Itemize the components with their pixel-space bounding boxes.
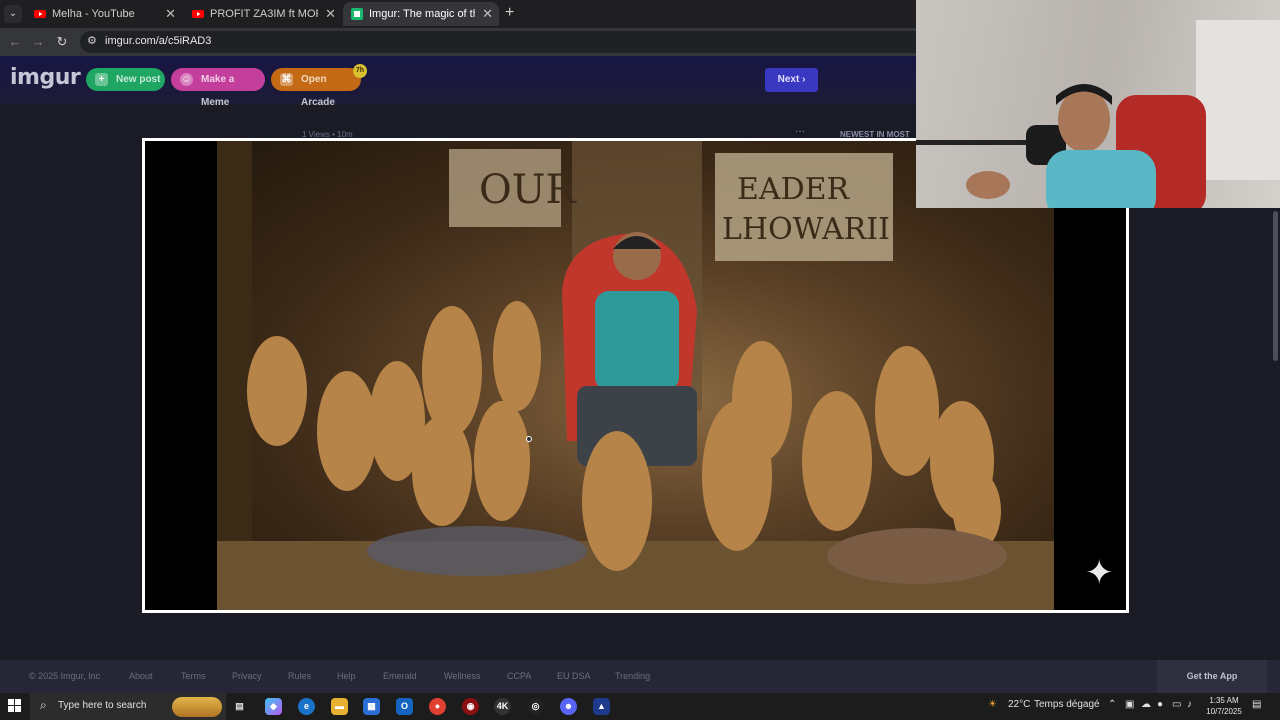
site-info-icon[interactable]: ⚙ bbox=[87, 34, 97, 47]
footer-link-rules[interactable]: Rules bbox=[288, 671, 311, 681]
notifications-icon[interactable]: ▤ bbox=[1252, 699, 1261, 710]
url-text: imgur.com/a/c5iRAD3 bbox=[105, 35, 212, 47]
footer-link-eu-dsa[interactable]: EU DSA bbox=[557, 671, 591, 681]
tab-title: Imgur: The magic of the Interne bbox=[369, 8, 475, 20]
reload-icon[interactable]: ↻ bbox=[53, 33, 71, 51]
tab-youtube-melha[interactable]: Melha - YouTube ✕ bbox=[26, 2, 182, 26]
edge-icon[interactable]: e bbox=[298, 698, 315, 715]
footer-link-about[interactable]: About bbox=[129, 671, 153, 681]
chevron-up-icon[interactable]: ⌃ bbox=[1108, 699, 1116, 710]
footer-link-emerald[interactable]: Emerald bbox=[383, 671, 417, 681]
tab-title: Melha - YouTube bbox=[52, 8, 135, 20]
windows-taskbar: ⌕ Type here to search ▤ ◆ e ▬ ▦ O ● ◉ 4K… bbox=[0, 693, 1280, 720]
tab-close-icon[interactable]: ✕ bbox=[165, 2, 176, 26]
tray-app-icon[interactable]: ▣ bbox=[1125, 699, 1134, 710]
imgur-footer: © 2025 Imgur, Inc About Terms Privacy Ru… bbox=[0, 660, 1280, 693]
make-meme-button[interactable]: ☺ Make a Meme bbox=[171, 68, 265, 108]
webcam-feed-illustration bbox=[916, 20, 1280, 208]
discord-icon[interactable]: ☻ bbox=[560, 698, 577, 715]
network-icon[interactable]: ▭ bbox=[1172, 699, 1181, 710]
open-arcade-button[interactable]: ⌘ Open Arcade bbox=[271, 68, 361, 108]
gamepad-icon: ⌘ bbox=[280, 73, 293, 86]
clock-date: 10/7/2025 bbox=[1206, 707, 1242, 716]
next-button[interactable]: Next › bbox=[765, 68, 818, 92]
arcade-badge: 7h bbox=[353, 64, 367, 78]
search-highlight-image bbox=[172, 697, 222, 717]
chrome-icon[interactable]: ● bbox=[429, 698, 446, 715]
post-image-frame[interactable]: OUR EADER LHOWARII ✦ bbox=[142, 138, 1129, 613]
mouse-cursor bbox=[526, 436, 532, 442]
scrollbar-thumb[interactable] bbox=[1273, 211, 1278, 361]
weather-icon: ☀ bbox=[988, 699, 997, 710]
copilot-icon[interactable]: ◆ bbox=[265, 698, 282, 715]
task-view-icon[interactable]: ▤ bbox=[231, 698, 248, 715]
taskbar-search[interactable]: ⌕ Type here to search bbox=[30, 693, 226, 720]
plus-icon: + bbox=[95, 73, 108, 86]
file-explorer-icon[interactable]: ▬ bbox=[331, 698, 348, 715]
forward-icon[interactable]: → bbox=[29, 33, 47, 51]
store-icon[interactable]: ▦ bbox=[363, 698, 380, 715]
microphone-icon[interactable]: ● bbox=[1157, 699, 1163, 710]
footer-link-ccpa[interactable]: CCPA bbox=[507, 671, 531, 681]
imgur-logo[interactable]: imgur bbox=[10, 65, 81, 90]
taskbar-search-placeholder: Type here to search bbox=[58, 700, 147, 711]
next-label: Next bbox=[777, 74, 800, 85]
banner-right-text-1: EADER bbox=[737, 172, 851, 207]
meme-icon: ☺ bbox=[180, 73, 193, 86]
footer-link-wellness[interactable]: Wellness bbox=[444, 671, 480, 681]
tab-close-icon[interactable]: ✕ bbox=[325, 2, 336, 26]
tab-title: PROFIT ZA3IM ft MORO -'Watt bbox=[210, 8, 318, 20]
imgur-icon bbox=[351, 8, 363, 20]
weather-text[interactable]: Temps dégagé bbox=[1034, 699, 1100, 710]
new-tab-icon[interactable]: + bbox=[505, 4, 514, 22]
youtube-icon bbox=[34, 10, 46, 18]
outlook-icon[interactable]: O bbox=[396, 698, 413, 715]
post-image[interactable]: OUR EADER LHOWARII bbox=[217, 141, 1054, 610]
search-icon: ⌕ bbox=[40, 698, 47, 712]
youtube-icon bbox=[192, 10, 204, 18]
back-icon[interactable]: ← bbox=[6, 33, 24, 51]
weather-temp[interactable]: 22°C bbox=[1008, 699, 1030, 710]
tab-youtube-profit[interactable]: PROFIT ZA3IM ft MORO -'Watt ✕ bbox=[184, 2, 342, 26]
footer-link-trending[interactable]: Trending bbox=[615, 671, 650, 681]
get-the-app-button[interactable]: Get the App bbox=[1157, 660, 1267, 693]
tab-close-icon[interactable]: ✕ bbox=[482, 2, 493, 26]
app-icon[interactable]: ▲ bbox=[593, 698, 610, 715]
clock-time: 1:35 AM bbox=[1209, 696, 1239, 705]
banner-right-text-2: LHOWARII bbox=[722, 212, 890, 247]
tab-imgur[interactable]: Imgur: The magic of the Interne ✕ bbox=[343, 2, 499, 26]
volume-icon[interactable]: ♪ bbox=[1187, 699, 1192, 710]
footer-copyright: © 2025 Imgur, Inc bbox=[29, 671, 101, 681]
page-scrollbar[interactable] bbox=[1270, 208, 1280, 660]
footer-link-privacy[interactable]: Privacy bbox=[232, 671, 262, 681]
chevron-right-icon: › bbox=[802, 74, 806, 85]
media-app-icon[interactable]: ◉ bbox=[462, 698, 479, 715]
new-post-button[interactable]: + New post bbox=[86, 68, 165, 91]
webcam-overlay bbox=[916, 0, 1280, 208]
banner-left-text: OUR bbox=[479, 167, 578, 213]
footer-link-help[interactable]: Help bbox=[337, 671, 356, 681]
tray-cloud-icon[interactable]: ☁ bbox=[1141, 699, 1151, 710]
dogs-photo-illustration: OUR EADER LHOWARII bbox=[217, 141, 1054, 610]
4k-downloader-icon[interactable]: 4K bbox=[494, 698, 511, 715]
new-post-label: New post bbox=[116, 74, 161, 85]
windows-start-icon[interactable] bbox=[8, 699, 22, 713]
sparkle-icon: ✦ bbox=[1085, 554, 1114, 592]
more-options-icon[interactable]: ··· bbox=[795, 126, 805, 137]
open-arcade-label: Open Arcade bbox=[301, 74, 335, 108]
tab-search-button[interactable]: ⌄ bbox=[4, 5, 22, 23]
taskbar-clock[interactable]: 1:35 AM 10/7/2025 bbox=[1203, 695, 1245, 717]
make-meme-label: Make a Meme bbox=[201, 74, 235, 108]
footer-link-terms[interactable]: Terms bbox=[181, 671, 206, 681]
obs-icon[interactable]: ◎ bbox=[527, 698, 544, 715]
